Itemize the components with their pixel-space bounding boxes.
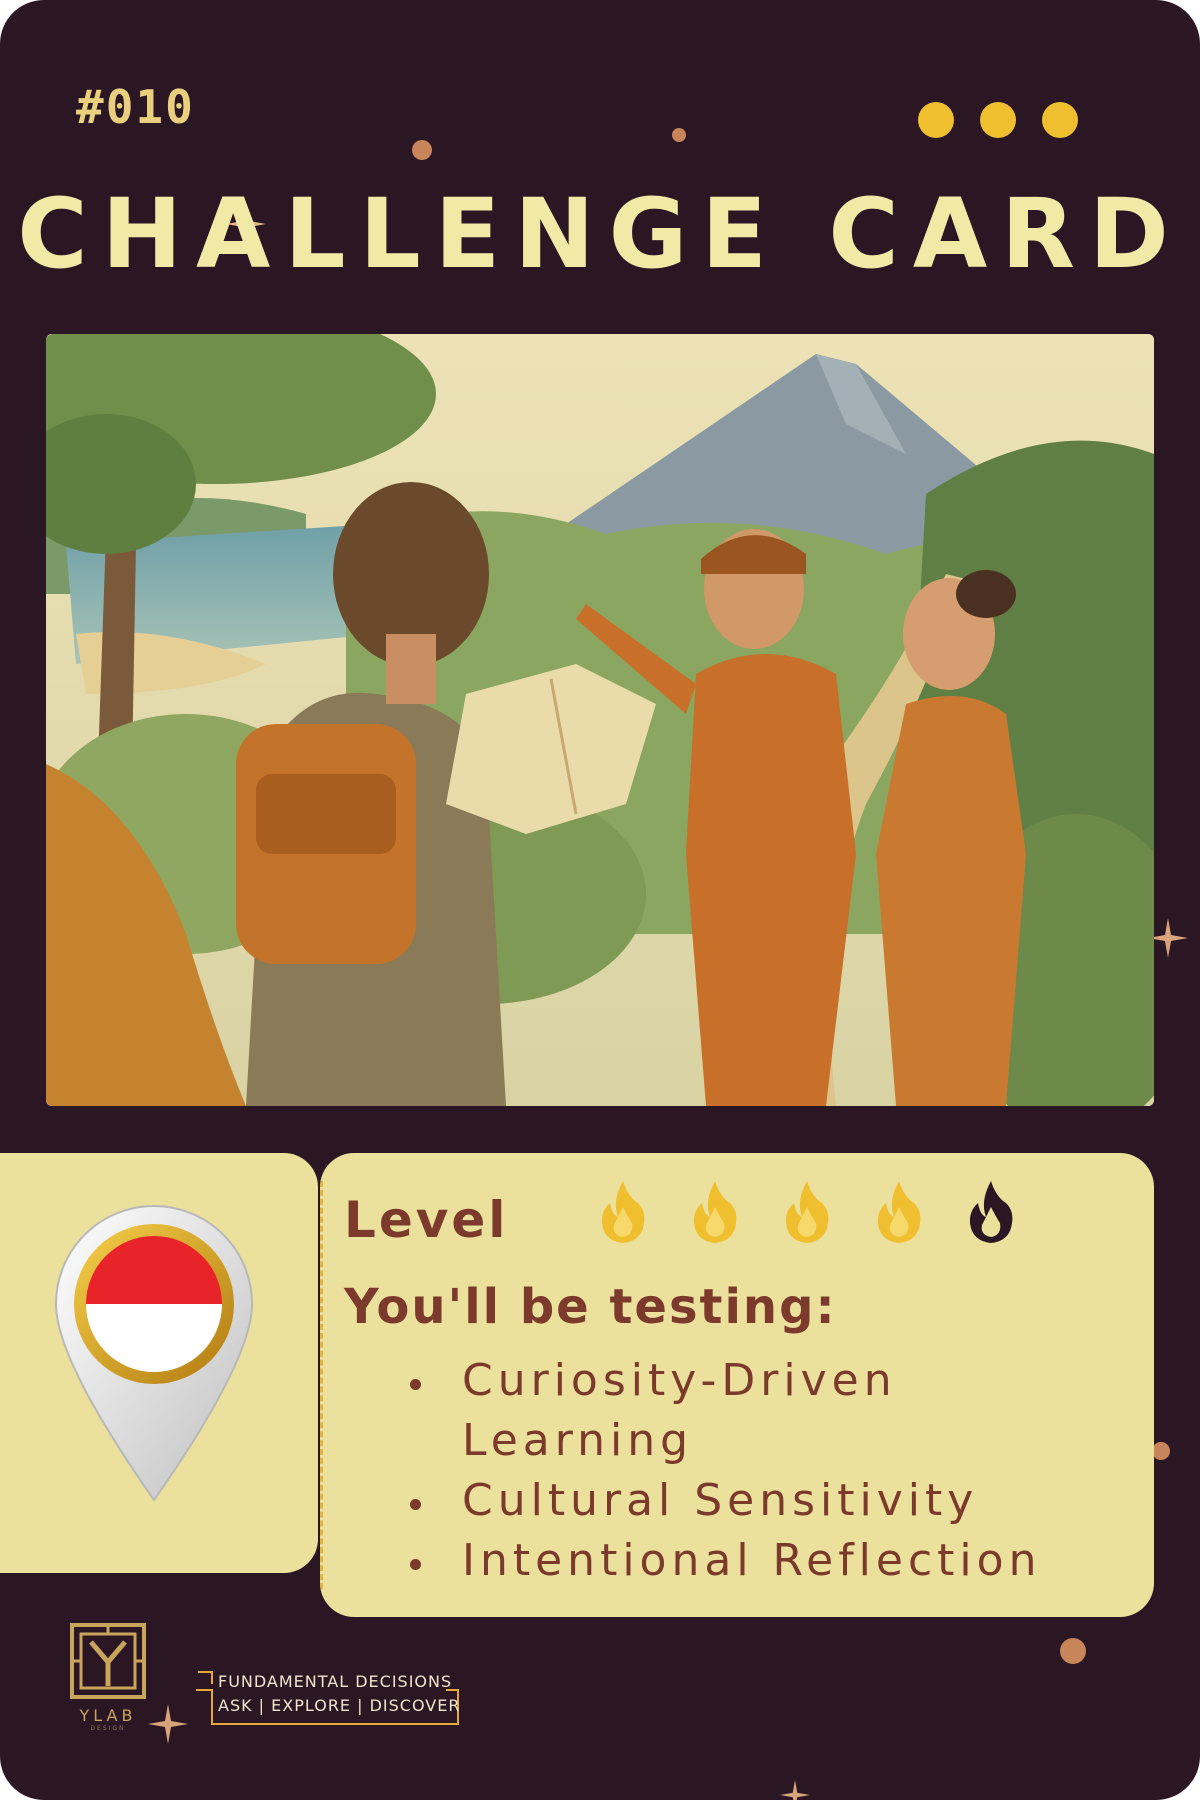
sparkle-icon [780,1780,810,1800]
testing-label: You'll be testing: [344,1279,837,1335]
tagline: FUNDAMENTAL DECISIONS ASK | EXPLORE | DI… [196,1668,461,1733]
level-rating [598,1179,1016,1245]
skill-item: Cultural Sensitivity [410,1471,1130,1531]
logo-subtext: DESIGN [90,1725,126,1732]
card-number: #010 [76,80,195,134]
flame-icon-empty [969,1181,1013,1243]
flame-icon-filled [693,1181,737,1243]
logo-text: YLAB [79,1706,137,1725]
illustration [46,334,1154,1106]
challenge-card: #010 CHALLENGE CARD Level You'll be test… [0,0,1200,1800]
tagline-line-1: FUNDAMENTAL DECISIONS [218,1672,453,1691]
decorative-dot [672,128,686,142]
menu-dots[interactable] [918,102,1078,138]
skills-list: Curiosity-Driven Learning Cultural Sensi… [410,1351,1130,1591]
flame-icon-filled [877,1181,921,1243]
dot-icon [980,102,1016,138]
dot-icon [1042,102,1078,138]
decorative-dot [1060,1638,1086,1664]
sparkle-icon [148,1704,188,1744]
challenge-details-panel: Level You'll be testing: Curiosity-Drive… [320,1153,1154,1617]
decorative-dot [1152,1442,1170,1460]
ylab-logo-icon [70,1623,146,1699]
map-pin-icon [54,1204,254,1502]
card-title: CHALLENGE CARD [17,178,1183,290]
flame-icon-filled [785,1181,829,1243]
skill-item: Curiosity-Driven Learning [410,1351,1130,1471]
watercolor-illustration-icon [46,334,1154,1106]
sparkle-icon [1148,918,1188,958]
tagline-line-2: ASK | EXPLORE | DISCOVER [218,1696,461,1715]
level-label: Level [344,1191,509,1249]
dashed-divider [320,1181,323,1589]
dot-icon [918,102,954,138]
ylab-logo: YLAB DESIGN [68,1622,148,1732]
decorative-dot [412,140,432,160]
flame-icon-filled [601,1181,645,1243]
skill-item: Intentional Reflection [410,1531,1130,1591]
